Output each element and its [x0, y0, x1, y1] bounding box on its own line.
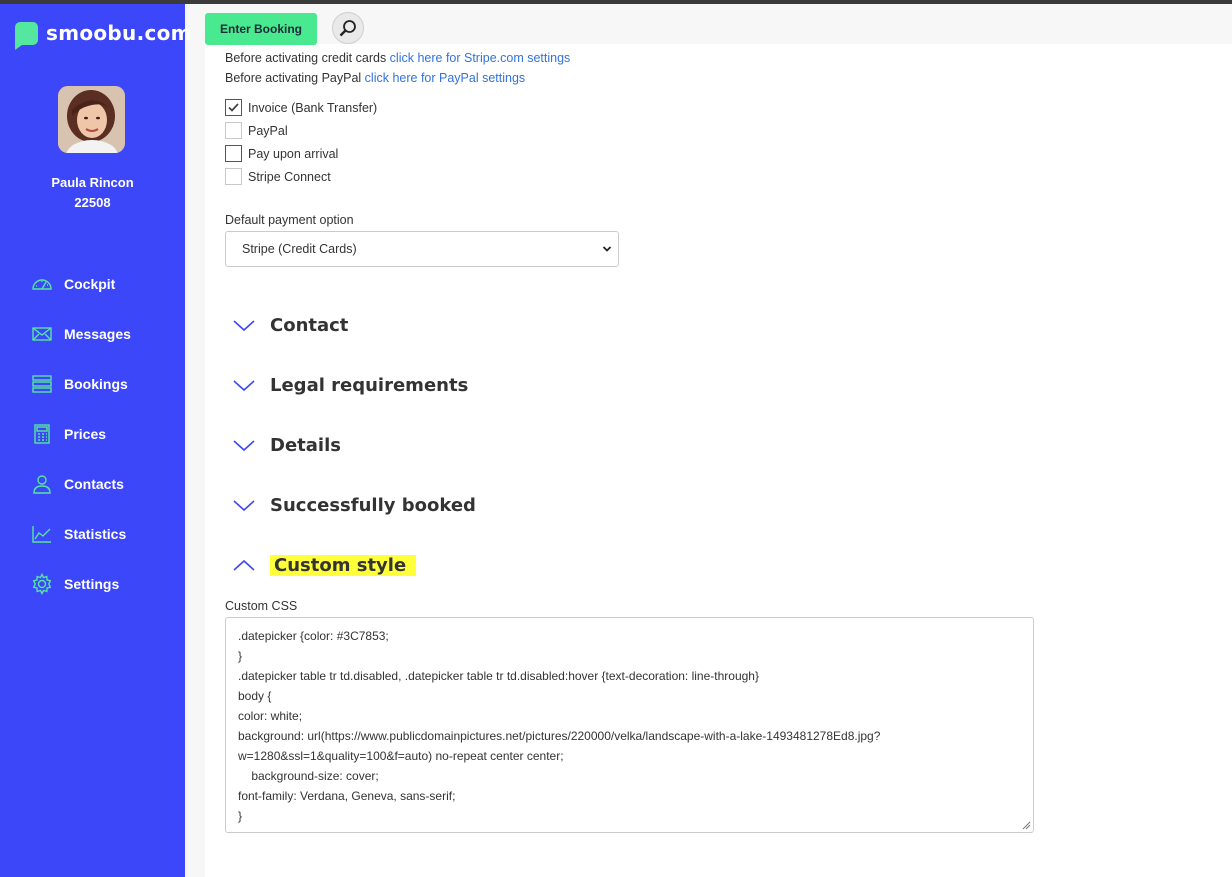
checkbox[interactable]: [225, 122, 242, 139]
sidebar-item-label: Contacts: [64, 476, 124, 492]
payment-option-label: Invoice (Bank Transfer): [248, 100, 378, 115]
sidebar: smoobu.com Paula Rincon 22508 Cockpit Me…: [0, 4, 192, 877]
topbar: Enter Booking: [185, 4, 1232, 52]
default-payment-value: Stripe (Credit Cards): [242, 242, 357, 256]
checkbox[interactable]: [225, 168, 242, 185]
section-title: Contact: [270, 314, 349, 336]
checkmark-icon: [228, 103, 239, 112]
people-icon: [33, 475, 51, 494]
chevron-up-icon: [233, 559, 255, 571]
checkbox[interactable]: [225, 145, 242, 162]
custom-css-textarea[interactable]: .datepicker {color: #3C7853; } .datepick…: [225, 617, 1034, 833]
default-payment-select[interactable]: Stripe (Credit Cards): [225, 231, 619, 267]
default-payment-label: Default payment option: [225, 213, 354, 227]
sidebar-nav: Cockpit Messages Bookings Prices Contact…: [0, 259, 185, 609]
calculator-icon: [34, 424, 50, 444]
sidebar-item-label: Settings: [64, 576, 120, 592]
section-details[interactable]: Details: [232, 433, 341, 457]
search-button[interactable]: [332, 12, 364, 44]
sidebar-item-label: Cockpit: [64, 276, 116, 292]
paypal-note: Before activating PayPal click here for …: [225, 71, 525, 85]
sidebar-item-cockpit[interactable]: Cockpit: [0, 259, 185, 309]
payment-option-paypal[interactable]: PayPal: [225, 122, 288, 139]
section-title: Successfully booked: [270, 494, 476, 516]
css-line: body {: [238, 689, 272, 703]
css-line: .datepicker table tr td.disabled, .datep…: [238, 669, 759, 683]
logo-icon: [15, 21, 38, 50]
section-title: Custom style: [270, 554, 417, 576]
gear-icon: [32, 573, 52, 595]
stripe-note-text: Before activating credit cards: [225, 51, 390, 65]
avatar[interactable]: [58, 86, 125, 153]
paypal-note-text: Before activating PayPal: [225, 71, 365, 85]
section-title: Legal requirements: [270, 374, 469, 396]
css-line: color: white;: [238, 709, 303, 723]
sidebar-item-bookings[interactable]: Bookings: [0, 359, 185, 409]
payment-option-label: Stripe Connect: [248, 169, 331, 184]
payment-option-label: PayPal: [248, 123, 288, 138]
logo-text: smoobu.com: [46, 21, 192, 45]
css-line: background-size: cover;: [238, 769, 379, 783]
payment-option-arrival[interactable]: Pay upon arrival: [225, 145, 338, 162]
sidebar-item-statistics[interactable]: Statistics: [0, 509, 185, 559]
chart-icon: [32, 526, 51, 543]
payment-option-invoice[interactable]: Invoice (Bank Transfer): [225, 99, 377, 116]
stripe-settings-link[interactable]: click here for Stripe.com settings: [390, 51, 571, 65]
sidebar-item-label: Statistics: [64, 526, 127, 542]
sidebar-item-contacts[interactable]: Contacts: [0, 459, 185, 509]
chevron-down-icon: [233, 380, 255, 392]
envelope-icon: [32, 327, 52, 341]
payment-option-label: Pay upon arrival: [248, 146, 339, 161]
sidebar-item-prices[interactable]: Prices: [0, 409, 185, 459]
section-contact[interactable]: Contact: [232, 313, 348, 337]
sidebar-item-label: Prices: [64, 426, 107, 442]
css-line: background: url(https://www.publicdomain…: [238, 729, 881, 743]
css-line: }: [238, 649, 243, 663]
chevron-down-icon: [233, 500, 255, 512]
speedometer-icon: [32, 279, 52, 290]
css-line: }: [238, 809, 243, 823]
chevron-down-icon: [602, 246, 612, 252]
sidebar-item-messages[interactable]: Messages: [0, 309, 185, 359]
sidebar-item-label: Bookings: [64, 376, 128, 392]
search-icon: [339, 20, 356, 37]
user-id: 22508: [74, 195, 111, 210]
checkbox-checked[interactable]: [225, 99, 242, 116]
section-title: Details: [270, 434, 341, 456]
user-name: Paula Rincon: [51, 175, 134, 190]
list-icon: [32, 375, 52, 393]
stripe-note: Before activating credit cards click her…: [225, 51, 570, 65]
section-legal-requirements[interactable]: Legal requirements: [232, 373, 468, 397]
resize-handle-icon[interactable]: [1022, 821, 1031, 830]
enter-booking-button[interactable]: Enter Booking: [205, 13, 317, 45]
css-line: w=1280&ssl=1&quality=100&f=auto) no-repe…: [238, 749, 564, 763]
section-custom-style[interactable]: Custom style: [232, 553, 417, 577]
paypal-settings-link[interactable]: click here for PayPal settings: [365, 71, 526, 85]
chevron-down-icon: [233, 320, 255, 332]
chevron-down-icon: [233, 440, 255, 452]
css-line: font-family: Verdana, Geneva, sans-serif…: [238, 789, 456, 803]
sidebar-item-settings[interactable]: Settings: [0, 559, 185, 609]
logo[interactable]: smoobu.com: [15, 19, 192, 50]
section-successfully-booked[interactable]: Successfully booked: [232, 493, 476, 517]
sidebar-item-label: Messages: [64, 326, 131, 342]
custom-css-label: Custom CSS: [225, 599, 298, 613]
css-line: .datepicker {color: #3C7853;: [238, 629, 389, 643]
payment-option-stripe-connect[interactable]: Stripe Connect: [225, 168, 331, 185]
